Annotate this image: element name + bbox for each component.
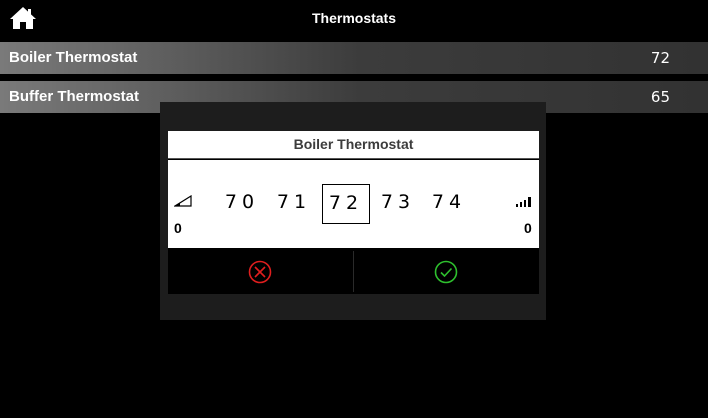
confirm-button[interactable]: [354, 249, 539, 294]
min-value-label: 0: [174, 220, 182, 236]
value-option[interactable]: 73: [374, 184, 422, 224]
dialog-panel: Boiler Thermostat 0 70 71 72 73 74 0: [168, 131, 539, 294]
header-bar: Thermostats: [0, 0, 708, 36]
volume-low-icon[interactable]: [174, 195, 192, 207]
list-item-label: Buffer Thermostat: [9, 88, 140, 105]
page-title: Thermostats: [311, 10, 397, 26]
value-picker[interactable]: 0 70 71 72 73 74 0: [168, 160, 539, 248]
dialog-title: Boiler Thermostat: [168, 131, 539, 159]
value-option[interactable]: 70: [218, 184, 266, 224]
value-strip[interactable]: 70 71 72 73 74: [218, 184, 498, 224]
list-item-value: 65: [650, 88, 670, 106]
value-option-selected[interactable]: 72: [322, 184, 370, 224]
list-item-boiler-thermostat[interactable]: Boiler Thermostat 72: [0, 42, 708, 74]
value-option[interactable]: 74: [425, 184, 473, 224]
volume-high-icon[interactable]: [515, 195, 533, 207]
confirm-check-icon: [434, 260, 458, 284]
list-item-label: Boiler Thermostat: [9, 49, 138, 66]
cancel-circle-icon: [248, 260, 272, 284]
cancel-button[interactable]: [168, 249, 353, 294]
value-option[interactable]: 71: [270, 184, 318, 224]
list-item-value: 72: [650, 49, 670, 67]
max-value-label: 0: [524, 220, 532, 236]
